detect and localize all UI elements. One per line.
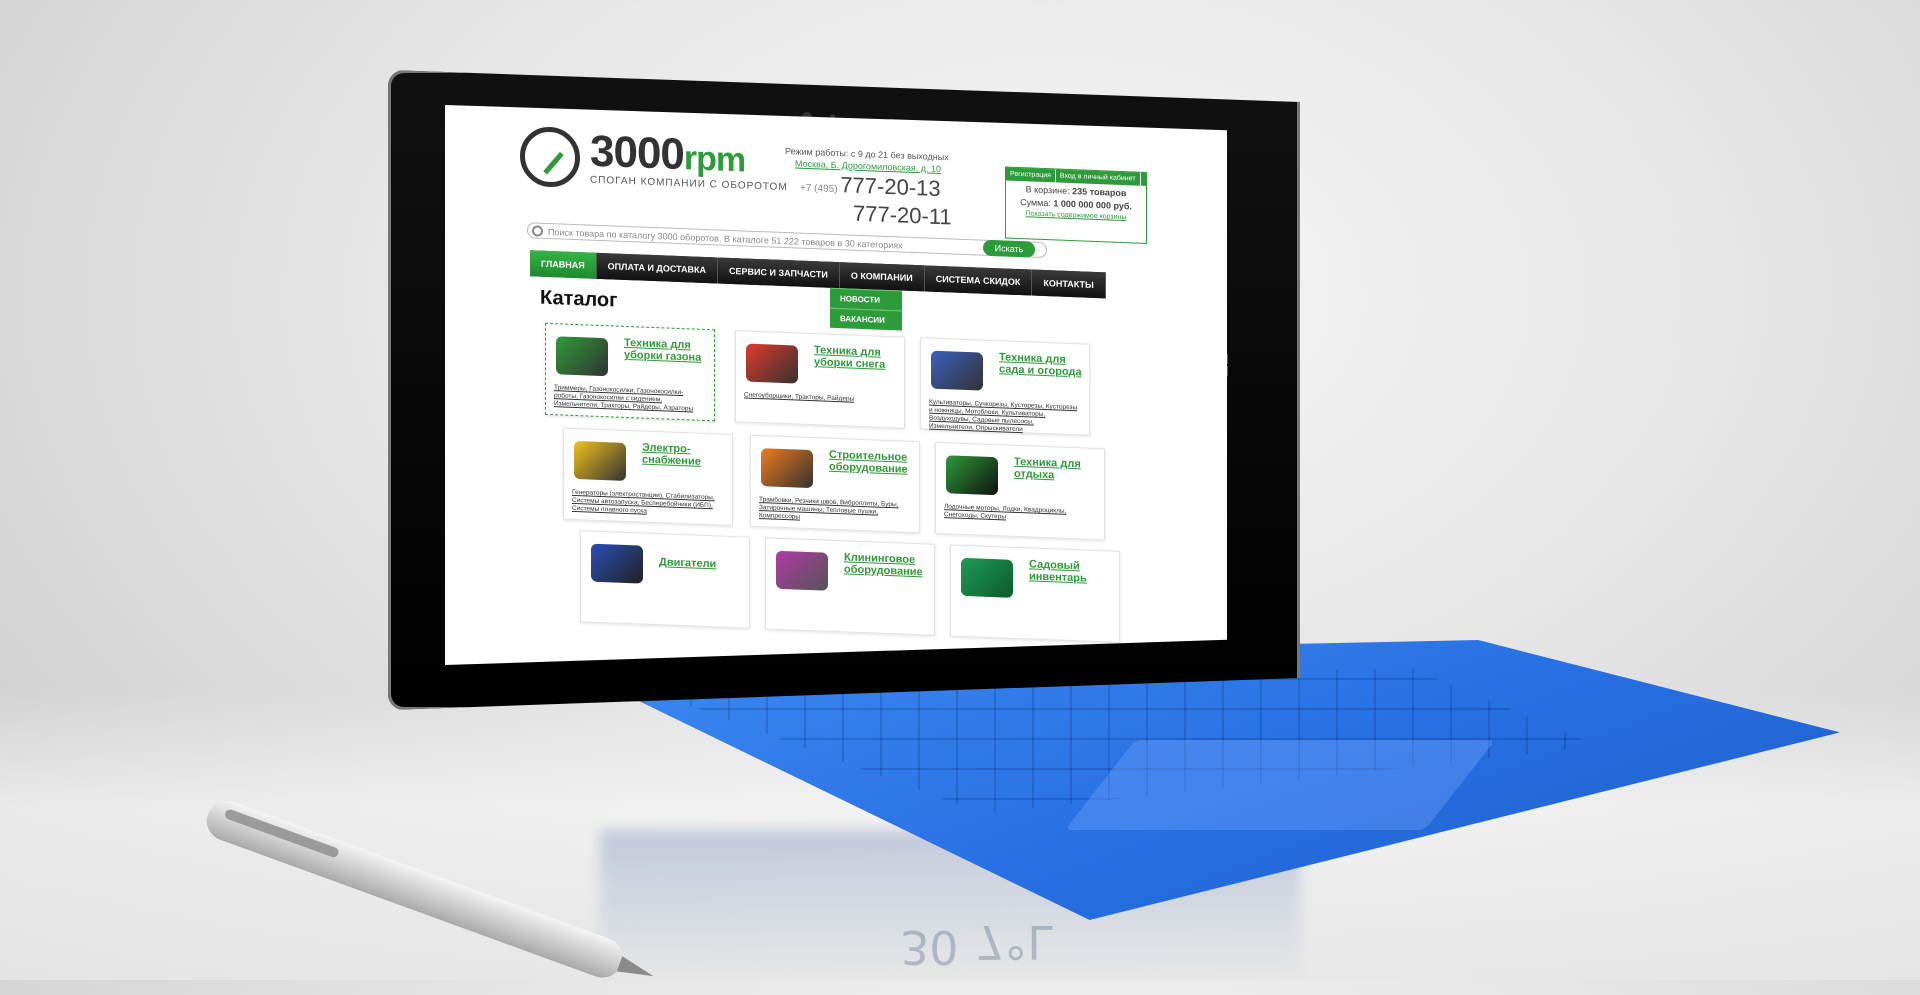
site-logo-text[interactable]: 3000rpm — [590, 127, 745, 183]
catalog-card-cleaning[interactable]: Клининговое оборудование — [765, 537, 935, 636]
nav-item-contacts[interactable]: КОНТАКТЫ — [1032, 269, 1106, 299]
catalog-card-tools[interactable]: Садовый инвентарь — [950, 544, 1120, 643]
show-cart-link[interactable]: Показать содержимое корзины — [1006, 210, 1146, 222]
cultivator-icon — [931, 350, 983, 391]
nav-item-payment-delivery[interactable]: ОПЛАТА И ДОСТАВКА — [596, 252, 719, 284]
catalog-card-snow[interactable]: Техника для уборки снега Снегоуборщики, … — [735, 330, 905, 429]
reflection-text-time: 30 — [900, 920, 959, 974]
cart-widget: Регистрация Вход в личный кабинет В корз… — [1005, 166, 1147, 244]
catalog-card-lawn[interactable]: Техника для уборки газона Триммеры, Газо… — [545, 322, 715, 422]
catalog-card-subcategories[interactable]: Культиваторы, Сучкорезы, Кусторезы, Куст… — [929, 399, 1079, 437]
nav-item-home[interactable]: ГЛАВНАЯ — [530, 250, 597, 279]
submenu-item-vacancies[interactable]: ВАКАНСИИ — [830, 307, 902, 331]
snow-blower-icon — [746, 343, 798, 384]
phone-number-2: 777-20-11 — [853, 200, 952, 230]
phone-primary: +7 (495) 777-20-13 — [800, 171, 941, 202]
heat-gun-icon — [761, 448, 813, 489]
engine-icon — [591, 543, 643, 584]
logo-needle — [543, 151, 564, 175]
page-title: Каталог — [540, 286, 618, 312]
phone-number-1: 777-20-13 — [840, 172, 941, 202]
cart-sum-label: Сумма: — [1020, 197, 1051, 209]
catalog-card-title[interactable]: Электро-снабжение — [642, 442, 730, 469]
vacuum-cleaner-icon — [776, 550, 828, 591]
catalog-card-power[interactable]: Электро-снабжение Генераторы (электроста… — [563, 427, 733, 527]
nav-item-about[interactable]: О КОМПАНИИ — [839, 262, 925, 292]
catalog-card-leisure[interactable]: Техника для отдыха Лодочные моторы, Лодк… — [935, 441, 1105, 541]
cart-sum-value: 1 000 000 000 руб. — [1053, 198, 1132, 212]
logo-main: 3000 — [590, 126, 684, 180]
catalog-card-title[interactable]: Клининговое оборудование — [844, 551, 932, 578]
phone-prefix: +7 (495) — [800, 182, 838, 196]
cart-tabs: Регистрация Вход в личный кабинет — [1006, 167, 1146, 186]
catalog-card-subcategories[interactable]: Трамбовки, Резчики швов, Виброплиты, Бур… — [759, 496, 909, 526]
about-submenu: НОВОСТИ ВАКАНСИИ — [830, 287, 902, 331]
catalog-card-subcategories[interactable]: Снегоуборщики, Тракторы, Райдеры — [744, 391, 894, 405]
cart-items-value: 235 товаров — [1072, 186, 1127, 199]
login-link[interactable]: Вход в личный кабинет — [1055, 169, 1141, 186]
tablet-screen: 3000rpm СПОГАН КОМПАНИИ С ОБОРОТОМ Режим… — [445, 105, 1227, 665]
reflection-text-temp: 7°L — [975, 915, 1053, 969]
catalog-card-title[interactable]: Строительное оборудование — [829, 449, 917, 476]
catalog-card-construction[interactable]: Строительное оборудование Трамбовки, Рез… — [750, 434, 920, 534]
catalog-card-subcategories[interactable]: Лодочные моторы, Лодки, Квадроциклы, Сне… — [944, 503, 1094, 525]
catalog-card-title[interactable]: Техника для уборки газона — [624, 337, 712, 364]
search-button[interactable]: Искать — [983, 239, 1035, 258]
atv-icon — [946, 455, 998, 496]
speedometer-logo-icon[interactable] — [520, 125, 580, 189]
catalog-card-subcategories[interactable]: Триммеры, Газонокосилки, Газонокосилки-р… — [554, 384, 704, 414]
website-page: 3000rpm СПОГАН КОМПАНИИ С ОБОРОТОМ Режим… — [445, 105, 1227, 665]
catalog-card-title[interactable]: Двигатели — [659, 556, 747, 571]
garden-tools-icon — [961, 557, 1013, 598]
nav-item-service-parts[interactable]: СЕРВИС И ЗАПЧАСТИ — [718, 257, 840, 289]
catalog-card-title[interactable]: Техника для сада и огорода — [999, 351, 1087, 378]
catalog-card-subcategories[interactable]: Генераторы (электростанции), Стабилизато… — [572, 489, 722, 519]
cart-items-label: В корзине: — [1025, 184, 1070, 196]
catalog-card-title[interactable]: Техника для уборки снега — [814, 344, 902, 371]
search-icon — [532, 225, 543, 237]
catalog-card-title[interactable]: Садовый инвентарь — [1029, 558, 1117, 585]
register-link[interactable]: Регистрация — [1006, 167, 1056, 183]
nav-item-discounts[interactable]: СИСТЕМА СКИДОК — [924, 265, 1033, 296]
submenu-item-news[interactable]: НОВОСТИ — [830, 287, 902, 311]
catalog-card-title[interactable]: Техника для отдыха — [1014, 456, 1102, 483]
trackpad[interactable] — [1064, 740, 1496, 830]
logo-suffix: rpm — [683, 139, 746, 180]
catalog-card-garden[interactable]: Техника для сада и огорода Культиваторы,… — [920, 337, 1090, 436]
catalog-card-engines[interactable]: Двигатели — [580, 530, 750, 629]
lawn-mower-icon — [556, 336, 608, 377]
generator-icon — [574, 440, 626, 481]
